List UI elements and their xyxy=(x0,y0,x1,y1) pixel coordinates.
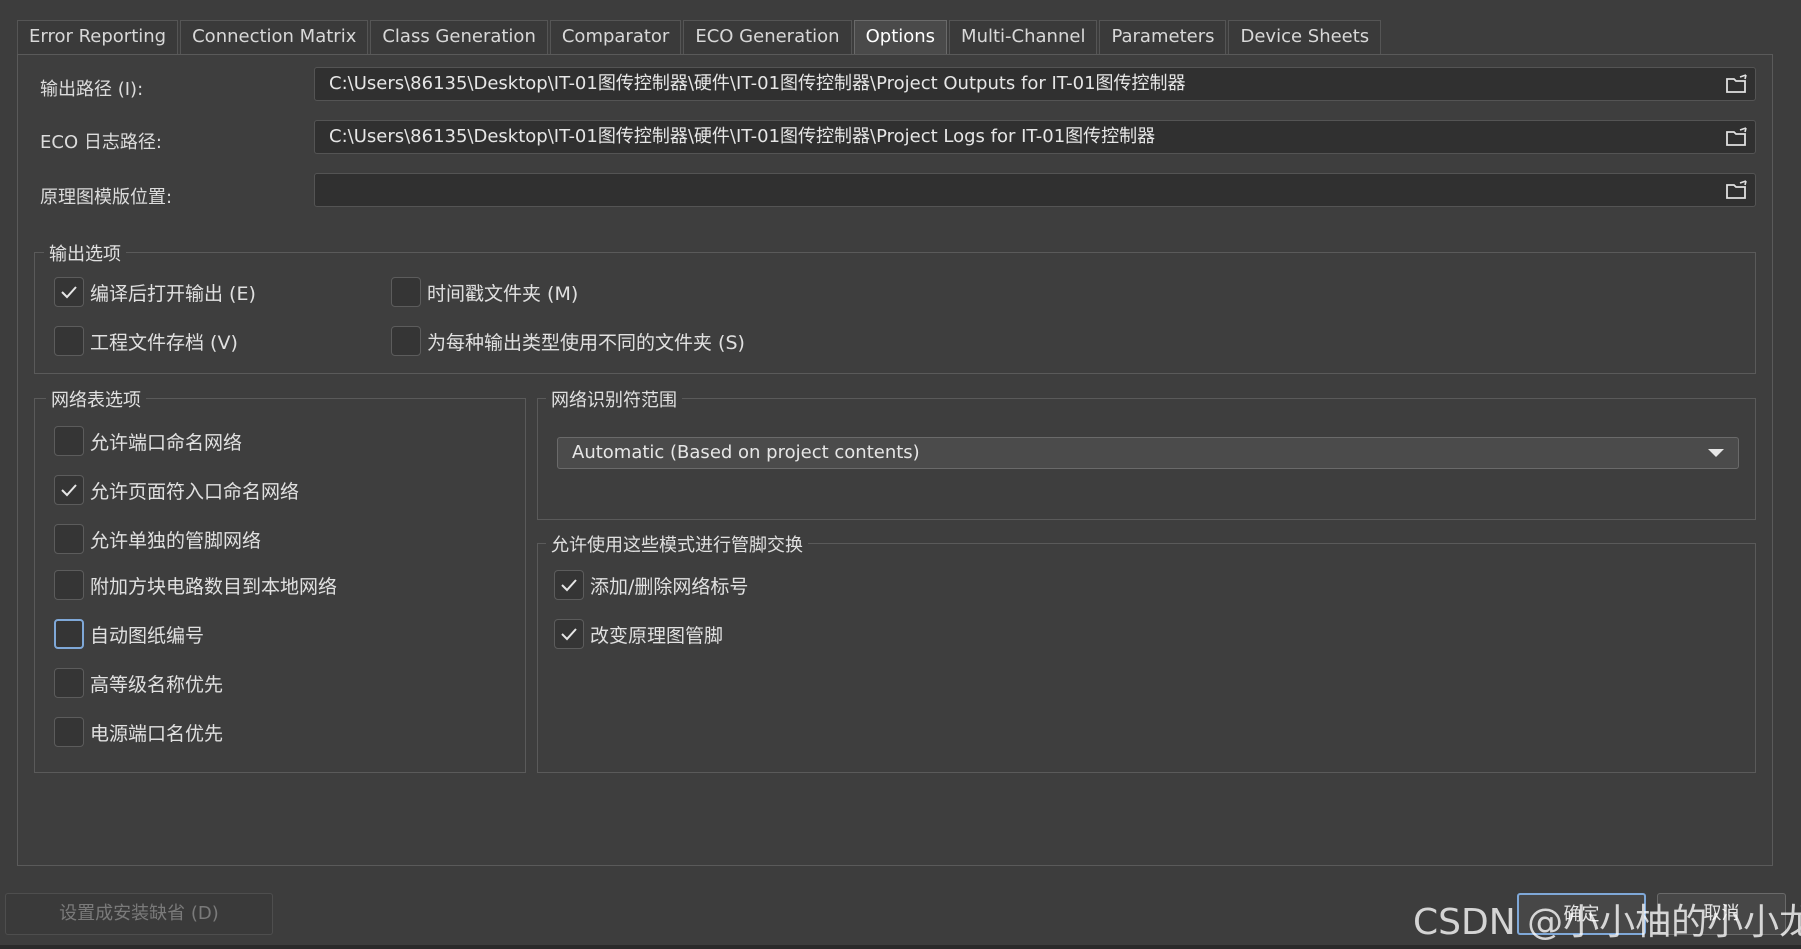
archive-project-checkbox[interactable] xyxy=(54,326,84,356)
tab-options[interactable]: Options xyxy=(853,20,948,54)
separate-folders-checkbox[interactable] xyxy=(391,326,421,356)
netlist-option-label: 附加方块电路数目到本地网络 xyxy=(90,575,338,598)
netlist-option-item[interactable]: 允许端口命名网络 xyxy=(54,425,242,457)
netlist-option-label: 允许页面符入口命名网络 xyxy=(90,480,300,503)
pin-swap-item[interactable]: 改变原理图管脚 xyxy=(554,618,723,650)
netlist-option-checkbox[interactable] xyxy=(54,717,84,747)
pin-swap-checkbox[interactable] xyxy=(554,619,584,649)
netlist-option-label: 允许单独的管脚网络 xyxy=(90,529,262,552)
checkmark-icon xyxy=(61,484,77,497)
netlist-option-label: 电源端口名优先 xyxy=(90,722,224,745)
output-path-label: 输出路径 (I): xyxy=(40,79,144,100)
archive-project-label: 工程文件存档 (V) xyxy=(90,331,238,354)
netlist-option-label: 自动图纸编号 xyxy=(90,624,205,647)
pin-swap-label: 改变原理图管脚 xyxy=(590,624,724,647)
checkmark-icon xyxy=(561,628,577,641)
chevron-down-icon xyxy=(1708,449,1724,457)
separate-folders-label: 为每种输出类型使用不同的文件夹 (S) xyxy=(427,331,745,354)
schematic-template-label: 原理图模版位置: xyxy=(40,187,173,208)
netlist-option-label: 高等级名称优先 xyxy=(90,673,224,696)
schematic-template-field[interactable] xyxy=(314,173,1756,207)
output-options-group xyxy=(34,252,1756,374)
open-after-compile-checkbox[interactable] xyxy=(54,277,84,307)
netlist-option-checkbox[interactable] xyxy=(54,524,84,554)
eco-log-path-label: ECO 日志路径: xyxy=(40,132,162,153)
set-default-button[interactable]: 设置成安装缺省 (D) xyxy=(5,893,273,935)
netlist-option-checkbox[interactable] xyxy=(54,619,84,649)
tab-device-sheets[interactable]: Device Sheets xyxy=(1228,20,1382,54)
netlist-option-item[interactable]: 附加方块电路数目到本地网络 xyxy=(54,569,337,601)
output-options-title: 输出选项 xyxy=(44,240,126,266)
netlist-option-item[interactable]: 自动图纸编号 xyxy=(54,618,204,650)
pin-swap-checkbox[interactable] xyxy=(554,570,584,600)
tab-bar: Error Reporting Connection Matrix Class … xyxy=(17,20,1383,54)
netlist-option-checkbox[interactable] xyxy=(54,426,84,456)
pin-swap-title: 允许使用这些模式进行管脚交换 xyxy=(546,531,808,557)
tab-class-generation[interactable]: Class Generation xyxy=(370,20,548,54)
netlist-option-checkbox[interactable] xyxy=(54,668,84,698)
netlist-option-item[interactable]: 高等级名称优先 xyxy=(54,667,223,699)
net-identifier-scope-title: 网络识别符范围 xyxy=(546,386,682,412)
net-identifier-scope-value: Automatic (Based on project contents) xyxy=(572,442,920,463)
tab-connection-matrix[interactable]: Connection Matrix xyxy=(180,20,369,54)
netlist-option-item[interactable]: 电源端口名优先 xyxy=(54,716,223,748)
net-identifier-scope-dropdown[interactable]: Automatic (Based on project contents) xyxy=(557,437,1739,469)
timestamp-folder-checkbox[interactable] xyxy=(391,277,421,307)
pin-swap-label: 添加/删除网络标号 xyxy=(590,575,749,598)
ok-button[interactable]: 确定 xyxy=(1517,893,1646,935)
tab-comparator[interactable]: Comparator xyxy=(549,20,682,54)
tab-eco-generation[interactable]: ECO Generation xyxy=(683,20,852,54)
checkmark-icon xyxy=(561,579,577,592)
archive-project-option[interactable]: 工程文件存档 (V) xyxy=(54,325,238,357)
output-path-field[interactable]: C:\Users\86135\Desktop\IT-01图传控制器\硬件\IT-… xyxy=(314,67,1756,101)
open-folder-icon[interactable] xyxy=(1725,179,1751,201)
checkmark-icon xyxy=(61,286,77,299)
netlist-option-item[interactable]: 允许单独的管脚网络 xyxy=(54,523,261,555)
netlist-option-label: 允许端口命名网络 xyxy=(90,431,243,454)
separate-folders-option[interactable]: 为每种输出类型使用不同的文件夹 (S) xyxy=(391,325,745,357)
timestamp-folder-label: 时间戳文件夹 (M) xyxy=(427,282,579,305)
open-folder-icon[interactable] xyxy=(1725,73,1751,95)
netlist-option-item[interactable]: 允许页面符入口命名网络 xyxy=(54,474,299,506)
timestamp-folder-option[interactable]: 时间戳文件夹 (M) xyxy=(391,276,578,308)
netlist-option-checkbox[interactable] xyxy=(54,475,84,505)
cancel-button[interactable]: 取消 xyxy=(1657,893,1786,935)
tab-error-reporting[interactable]: Error Reporting xyxy=(17,20,179,54)
open-after-compile-option[interactable]: 编译后打开输出 (E) xyxy=(54,276,256,308)
eco-log-path-field[interactable]: C:\Users\86135\Desktop\IT-01图传控制器\硬件\IT-… xyxy=(314,120,1756,154)
tab-multi-channel[interactable]: Multi-Channel xyxy=(949,20,1098,54)
netlist-options-title: 网络表选项 xyxy=(46,386,146,412)
open-after-compile-label: 编译后打开输出 (E) xyxy=(90,282,256,305)
pin-swap-item[interactable]: 添加/删除网络标号 xyxy=(554,569,748,601)
bottom-divider xyxy=(0,945,1801,949)
open-folder-icon[interactable] xyxy=(1725,126,1751,148)
netlist-option-checkbox[interactable] xyxy=(54,570,84,600)
tab-parameters[interactable]: Parameters xyxy=(1099,20,1227,54)
